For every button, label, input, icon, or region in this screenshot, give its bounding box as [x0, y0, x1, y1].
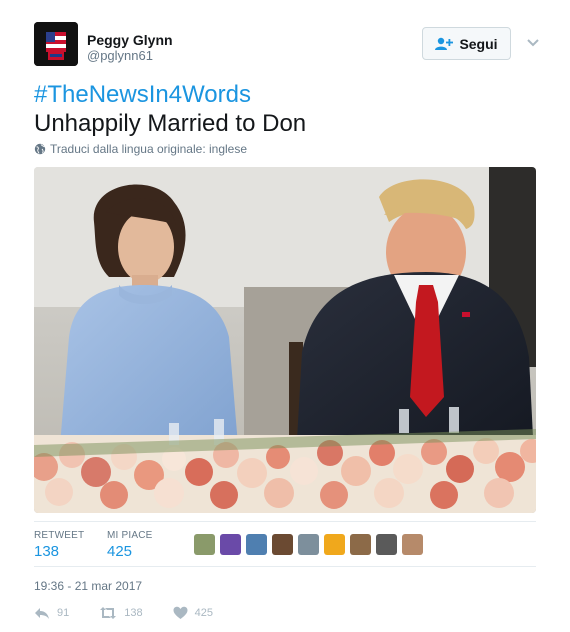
likes-stat[interactable]: MI PIACE 425 — [107, 530, 153, 560]
tweet-photo[interactable] — [34, 167, 536, 513]
author-screenname[interactable]: @pglynn61 — [87, 48, 173, 64]
tweet-actions: 91 138 425 — [34, 606, 243, 620]
heart-icon — [173, 606, 188, 619]
like-count: 425 — [194, 607, 213, 619]
retweet-stat[interactable]: RETWEET 138 — [34, 530, 84, 560]
tweet-text: #TheNewsIn4Words Unhappily Married to Do… — [34, 80, 306, 138]
liker-avatar[interactable] — [246, 534, 267, 555]
chevron-down-icon[interactable] — [526, 36, 540, 50]
hashtag-link[interactable]: #TheNewsIn4Words — [34, 80, 306, 109]
author-block[interactable]: Peggy Glynn @pglynn61 — [87, 32, 173, 64]
like-button[interactable]: 425 — [173, 606, 213, 620]
liker-avatar[interactable] — [298, 534, 319, 555]
follow-label: Segui — [459, 35, 498, 52]
retweet-stat-label: RETWEET — [34, 530, 85, 541]
tweet-header: Peggy Glynn @pglynn61 Segui — [34, 22, 542, 68]
follow-button[interactable]: Segui — [422, 27, 511, 60]
liker-avatar[interactable] — [402, 534, 423, 555]
translate-link[interactable]: Traduci dalla lingua originale: inglese — [34, 142, 247, 156]
liker-avatar[interactable] — [350, 534, 371, 555]
tweet-body: Unhappily Married to Don — [34, 110, 307, 137]
retweet-count: 138 — [124, 607, 143, 619]
likes-stat-label: MI PIACE — [107, 530, 153, 541]
translate-label: Traduci dalla lingua originale: inglese — [50, 142, 248, 156]
retweet-icon — [100, 607, 117, 619]
liker-avatar[interactable] — [324, 534, 345, 555]
liker-avatar[interactable] — [220, 534, 241, 555]
author-fullname[interactable]: Peggy Glynn — [87, 32, 173, 48]
liker-avatars — [194, 534, 423, 555]
add-user-icon — [435, 37, 454, 50]
liker-avatar[interactable] — [272, 534, 293, 555]
raised-fist-flag-icon — [34, 22, 78, 66]
globe-icon — [34, 143, 46, 155]
reply-button[interactable]: 91 — [34, 606, 69, 620]
reply-icon — [35, 608, 49, 619]
liker-avatar[interactable] — [194, 534, 215, 555]
reply-count: 91 — [57, 607, 70, 619]
liker-avatar[interactable] — [376, 534, 397, 555]
retweet-stat-count: 138 — [34, 543, 60, 560]
tweet-timestamp[interactable]: 19:36 - 21 mar 2017 — [34, 579, 142, 593]
likes-stat-count: 425 — [107, 543, 133, 560]
photo-image — [34, 167, 536, 513]
avatar[interactable] — [34, 22, 78, 66]
tweet-stats: RETWEET 138 MI PIACE 425 — [34, 521, 536, 567]
retweet-button[interactable]: 138 — [99, 606, 143, 620]
